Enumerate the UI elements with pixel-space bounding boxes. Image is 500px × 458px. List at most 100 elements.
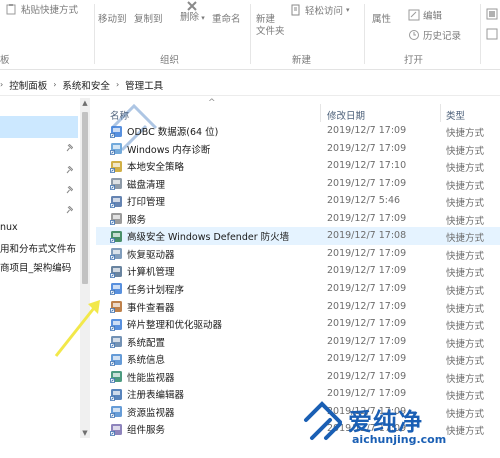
file-row[interactable]: 资源监视器 2019/12/7 17:09 快捷方式: [96, 403, 500, 421]
delete-icon: [187, 1, 198, 11]
recovery-drive-icon: [110, 248, 122, 261]
properties-label: 属性: [372, 14, 392, 25]
breadcrumb-admin-tools[interactable]: 管理工具: [125, 78, 163, 92]
delete-label: 删除: [180, 12, 200, 23]
paste-shortcut-icon: [6, 4, 16, 15]
registry-editor-icon: [110, 388, 122, 401]
file-row[interactable]: 注册表编辑器 2019/12/7 17:09 快捷方式: [96, 385, 500, 403]
file-name-cell: 碎片整理和优化驱动器: [110, 317, 222, 331]
column-divider[interactable]: [320, 104, 321, 122]
computer-management-icon: [110, 265, 122, 278]
file-type: 快捷方式: [446, 285, 485, 297]
pin-icon[interactable]: [66, 206, 73, 214]
ribbon: 粘贴快捷方式 移动到 复制到 删除 ▾ 重命名 新建 文件夹 轻松访问 ▾ 属性 编…: [0, 0, 500, 70]
group-label-open: 打开: [404, 55, 424, 66]
pin-icon[interactable]: [66, 166, 73, 174]
file-name-cell: 系统信息: [110, 352, 165, 366]
file-row[interactable]: 系统信息 2019/12/7 17:09 快捷方式: [96, 350, 500, 368]
select-all-button[interactable]: [486, 8, 498, 20]
column-header-date[interactable]: 修改日期: [327, 108, 365, 122]
file-type: 快捷方式: [446, 198, 485, 210]
file-row[interactable]: 任务计划程序 2019/12/7 17:09 快捷方式: [96, 280, 500, 298]
easy-access-button[interactable]: 轻松访问 ▾: [290, 3, 350, 17]
file-name-cell: 性能监视器: [110, 370, 175, 384]
breadcrumb-system-security[interactable]: 系统和安全: [62, 78, 110, 92]
file-date: 2019/12/7 17:09: [327, 142, 407, 154]
new-folder-button[interactable]: 新建 文件夹: [256, 0, 285, 38]
column-divider[interactable]: [440, 104, 441, 122]
nav-item[interactable]: nux: [0, 222, 78, 233]
breadcrumb-control-panel[interactable]: 控制面板: [9, 78, 47, 92]
file-date: 2019/12/7 17:09: [327, 265, 407, 277]
chevron-right-icon: ›: [53, 80, 57, 89]
move-to-label: 移动到: [98, 14, 127, 25]
pin-icon[interactable]: [66, 144, 73, 152]
nav-item[interactable]: 用和分布式文件布: [0, 241, 78, 255]
file-name-cell: 注册表编辑器: [110, 387, 184, 401]
file-type: 快捷方式: [446, 250, 485, 262]
file-row[interactable]: 性能监视器 2019/12/7 17:09 快捷方式: [96, 368, 500, 386]
chevron-right-icon: ›: [115, 80, 120, 89]
file-name-cell: 系统配置: [110, 335, 165, 349]
file-type: 快捷方式: [446, 180, 485, 192]
edit-icon: [408, 9, 420, 21]
file-row[interactable]: 系统配置 2019/12/7 17:09 快捷方式: [96, 333, 500, 351]
select-none-button[interactable]: [486, 28, 498, 40]
print-management-icon: [110, 195, 122, 208]
ribbon-separator: [480, 4, 481, 64]
column-header-name[interactable]: 名称: [110, 108, 129, 122]
history-button[interactable]: 历史记录: [408, 28, 461, 42]
edit-button[interactable]: 编辑: [408, 8, 442, 22]
chevron-right-icon: ›: [0, 80, 4, 89]
file-row[interactable]: 高级安全 Windows Defender 防火墙 2019/12/7 17:08…: [96, 227, 500, 245]
move-to-button[interactable]: 移动到: [98, 0, 127, 26]
file-row[interactable]: ODBC 数据源(64 位) 2019/12/7 17:09 快捷方式: [96, 122, 500, 140]
file-row[interactable]: 恢复驱动器 2019/12/7 17:09 快捷方式: [96, 245, 500, 263]
file-type: 快捷方式: [446, 321, 485, 333]
file-row[interactable]: 事件查看器 2019/12/7 17:09 快捷方式: [96, 298, 500, 316]
sort-ascending-icon: ^: [208, 98, 216, 108]
properties-button[interactable]: 属性: [372, 0, 391, 26]
file-row[interactable]: Windows 内存诊断 2019/12/7 17:09 快捷方式: [96, 140, 500, 158]
file-name-cell: 服务: [110, 212, 146, 226]
scroll-up-icon[interactable]: ▲: [80, 98, 90, 108]
column-header-type[interactable]: 类型: [446, 108, 465, 122]
file-date: 2019/12/7 17:08: [327, 230, 407, 242]
security-policy-icon: [110, 160, 122, 173]
address-bar[interactable]: › 控制面板 › 系统和安全 › 管理工具: [0, 74, 500, 96]
file-row[interactable]: 本地安全策略 2019/12/7 17:10 快捷方式: [96, 157, 500, 175]
paste-shortcut-label: 粘贴快捷方式: [21, 5, 79, 16]
ribbon-separator: [94, 4, 95, 64]
file-name: 本地安全策略: [127, 162, 185, 174]
rename-button[interactable]: 重命名: [212, 0, 241, 26]
file-type: 快捷方式: [446, 268, 485, 280]
nav-selected-item[interactable]: [0, 116, 78, 138]
file-date: 2019/12/7 17:10: [327, 160, 407, 172]
file-type: 快捷方式: [446, 303, 485, 315]
file-type: 快捷方式: [446, 408, 485, 420]
file-row[interactable]: 磁盘清理 2019/12/7 17:09 快捷方式: [96, 175, 500, 193]
nav-scrollbar-thumb[interactable]: [82, 112, 88, 284]
file-row[interactable]: 计算机管理 2019/12/7 17:09 快捷方式: [96, 262, 500, 280]
file-date: 2019/12/7 17:09: [327, 300, 407, 312]
file-row[interactable]: 打印管理 2019/12/7 5:46 快捷方式: [96, 192, 500, 210]
component-services-icon: [110, 423, 122, 436]
file-name-cell: ODBC 数据源(64 位): [110, 124, 218, 138]
scroll-down-icon[interactable]: ▼: [80, 428, 90, 438]
paste-shortcut-button[interactable]: 粘贴快捷方式: [6, 2, 78, 16]
file-type: 快捷方式: [446, 373, 485, 385]
file-name-cell: 任务计划程序: [110, 282, 184, 296]
odbc-icon: [110, 125, 122, 138]
copy-to-button[interactable]: 复制到: [134, 0, 163, 26]
file-row[interactable]: 碎片整理和优化驱动器 2019/12/7 17:09 快捷方式: [96, 315, 500, 333]
nav-item[interactable]: 商项目_架构编码: [0, 260, 78, 274]
rename-label: 重命名: [212, 14, 241, 25]
pin-icon[interactable]: [66, 186, 73, 194]
file-name-cell: 事件查看器: [110, 300, 175, 314]
file-name-cell: Windows 内存诊断: [110, 142, 210, 156]
watermark-url: aichunjing.com: [352, 433, 447, 446]
ribbon-separator: [250, 4, 251, 64]
file-row[interactable]: 服务 2019/12/7 17:09 快捷方式: [96, 210, 500, 228]
copy-to-label: 复制到: [134, 14, 163, 25]
delete-button[interactable]: 删除 ▾: [180, 0, 205, 24]
